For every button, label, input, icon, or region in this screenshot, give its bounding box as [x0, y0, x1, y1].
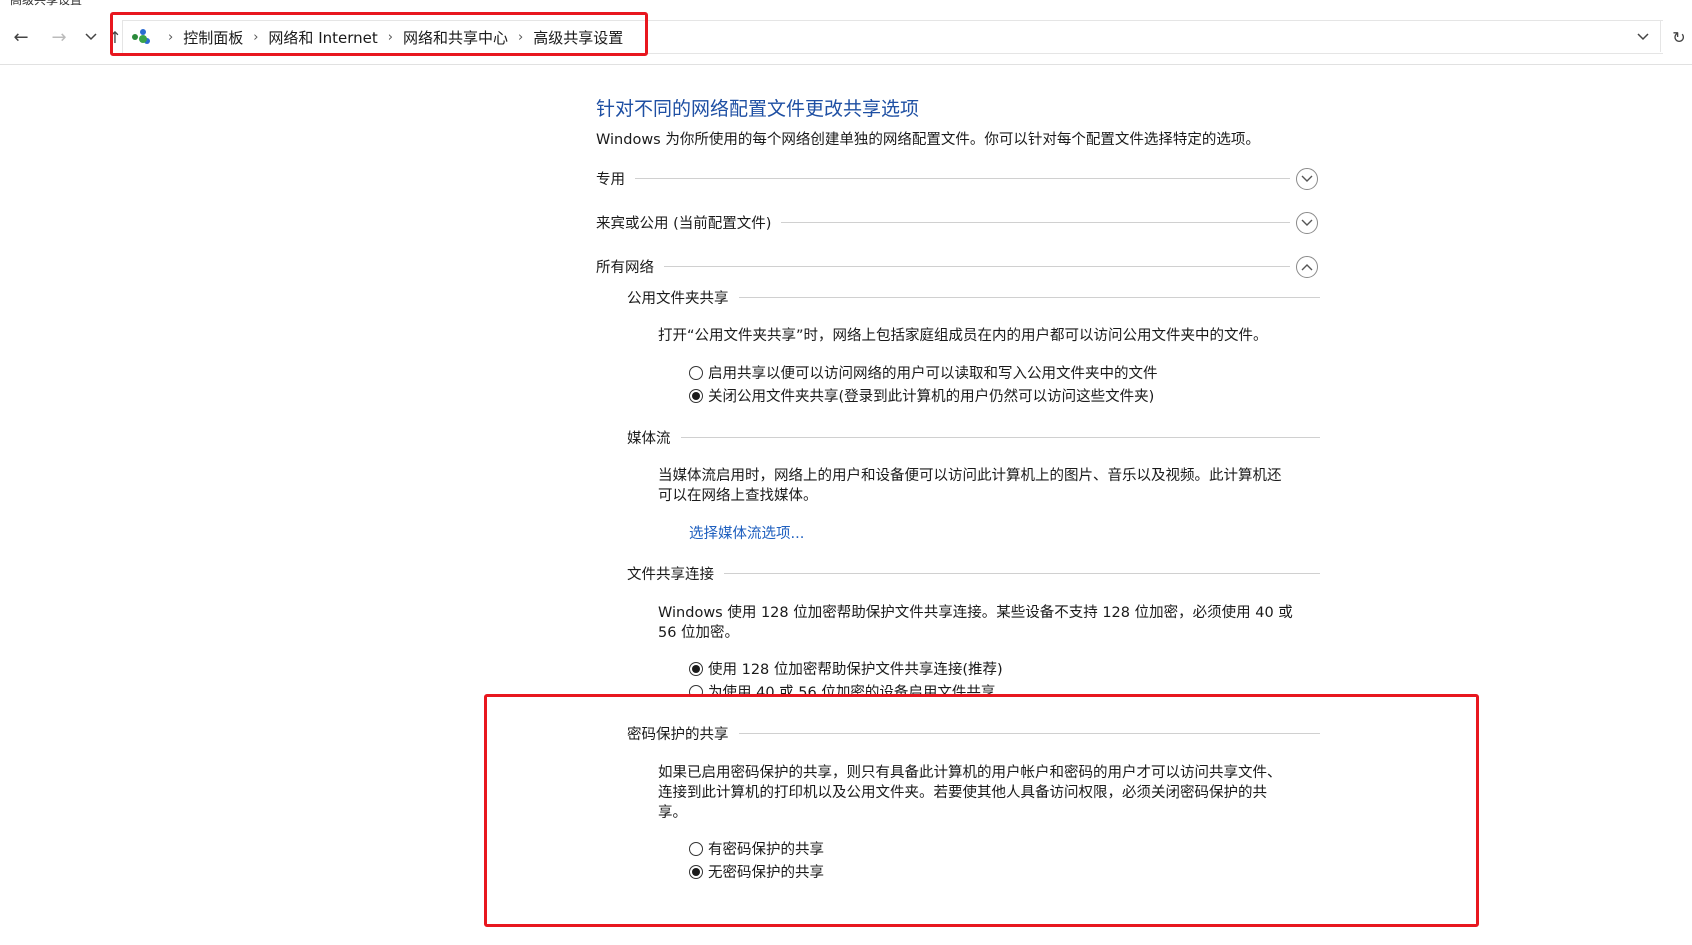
radio-public-folder-on[interactable]: 启用共享以便可以访问网络的用户可以读取和写入公用文件夹中的文件: [689, 362, 1158, 383]
divider: [680, 437, 1320, 438]
section-media-streaming: 媒体流: [627, 427, 1320, 448]
radio-label: 为使用 40 或 56 位加密的设备启用文件共享: [708, 685, 996, 694]
media-streaming-description-line2: 可以在网络上查找媒体。: [658, 488, 818, 504]
radio-label: 关闭公用文件夹共享(登录到此计算机的用户仍然可以访问这些文件夹): [708, 389, 1155, 405]
page-title: 针对不同的网络配置文件更改共享选项: [596, 98, 920, 120]
radio-encryption-40-56[interactable]: 为使用 40 或 56 位加密的设备启用文件共享: [689, 681, 995, 694]
divider: [635, 178, 1290, 179]
file-sharing-description-line2: 56 位加密。: [658, 625, 740, 641]
public-folder-description: 打开“公用文件夹共享”时，网络上包括家庭组成员在内的用户都可以访问公用文件夹中的…: [658, 328, 1268, 344]
section-public-folder: 公用文件夹共享: [627, 287, 1320, 308]
expand-chevron-down-icon[interactable]: [1296, 168, 1318, 190]
expand-chevron-down-icon[interactable]: [1296, 212, 1318, 234]
divider: [738, 297, 1320, 298]
radio-encryption-40-56-clip: 为使用 40 或 56 位加密的设备启用文件共享: [686, 680, 1086, 694]
section-title: 媒体流: [627, 431, 671, 447]
radio-public-folder-off[interactable]: 关闭公用文件夹共享(登录到此计算机的用户仍然可以访问这些文件夹): [689, 385, 1154, 406]
file-sharing-description-line1: Windows 使用 128 位加密帮助保护文件共享连接。某些设备不支持 128…: [658, 605, 1293, 621]
window-title: 高级共享设置: [10, 0, 83, 7]
address-dropdown-chevron-icon[interactable]: [1632, 26, 1654, 48]
window-titlebar: 高级共享设置: [0, 0, 1692, 8]
recent-locations-chevron-icon[interactable]: [80, 26, 102, 48]
highlight-breadcrumb: [110, 12, 648, 56]
radio-label: 使用 128 位加密帮助保护文件共享连接(推荐): [708, 662, 1003, 678]
profile-guest-public-label: 来宾或公用 (当前配置文件): [596, 216, 772, 232]
radio-button[interactable]: [689, 661, 703, 676]
back-arrow-icon[interactable]: ←: [10, 26, 32, 48]
profile-all-networks[interactable]: 所有网络: [596, 256, 1290, 277]
radio-button[interactable]: [689, 684, 703, 694]
radio-label: 启用共享以便可以访问网络的用户可以读取和写入公用文件夹中的文件: [708, 366, 1158, 382]
forward-arrow-icon[interactable]: →: [48, 26, 70, 48]
divider: [724, 573, 1320, 574]
divider: [781, 222, 1290, 223]
section-title: 文件共享连接: [627, 567, 714, 583]
refresh-icon[interactable]: ↻: [1668, 26, 1690, 48]
media-streaming-options-link[interactable]: 选择媒体流选项...: [689, 522, 804, 543]
media-streaming-description-line1: 当媒体流启用时，网络上的用户和设备便可以访问此计算机上的图片、音乐以及视频。此计…: [658, 468, 1282, 484]
divider: [664, 266, 1290, 267]
section-file-sharing: 文件共享连接: [627, 563, 1320, 584]
profile-private[interactable]: 专用: [596, 168, 1290, 189]
page-intro: Windows 为你所使用的每个网络创建单独的网络配置文件。你可以针对每个配置文…: [596, 132, 1260, 148]
address-divider: [1660, 20, 1661, 52]
radio-encryption-128[interactable]: 使用 128 位加密帮助保护文件共享连接(推荐): [689, 658, 1003, 679]
profile-guest-public[interactable]: 来宾或公用 (当前配置文件): [596, 212, 1290, 233]
section-title: 公用文件夹共享: [627, 291, 729, 307]
radio-button[interactable]: [689, 365, 703, 380]
profile-all-networks-label: 所有网络: [596, 260, 654, 276]
profile-private-label: 专用: [596, 172, 625, 188]
collapse-chevron-up-icon[interactable]: [1296, 256, 1318, 278]
highlight-password-sharing: [484, 694, 1479, 927]
radio-button[interactable]: [689, 388, 703, 403]
